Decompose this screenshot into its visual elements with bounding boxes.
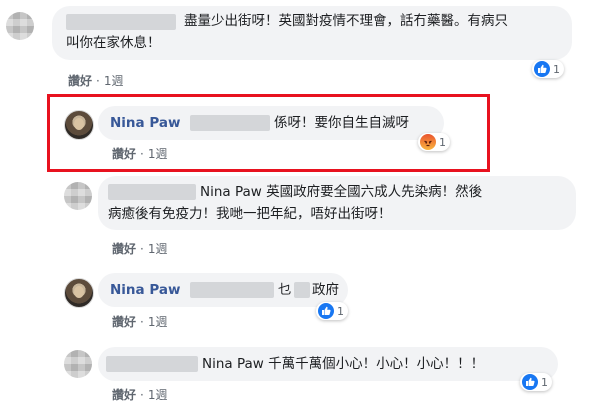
comment-text: 叫你在家休息！ bbox=[66, 35, 161, 51]
comment-text: Nina Paw 英國政府要全國六成人先染病！然後 bbox=[200, 184, 483, 200]
redacted-name bbox=[190, 282, 274, 298]
comment-bubble: Nina Paw 千萬千萬個小心！小心！小心！！！ bbox=[98, 347, 558, 381]
comment-text: Nina Paw 千萬千萬個小心！小心！小心！！！ bbox=[202, 356, 485, 372]
avatar[interactable] bbox=[64, 110, 94, 140]
timestamp[interactable]: 1週 bbox=[148, 242, 168, 256]
like-icon bbox=[318, 303, 334, 319]
comment-text: 係呀！要你自生自滅呀 bbox=[274, 115, 409, 131]
avatar[interactable] bbox=[64, 278, 94, 308]
redacted-text bbox=[294, 282, 310, 298]
timestamp[interactable]: 1週 bbox=[104, 74, 124, 88]
avatar[interactable] bbox=[6, 12, 34, 40]
avatar[interactable] bbox=[64, 350, 92, 378]
like-icon bbox=[522, 374, 538, 390]
avatar[interactable] bbox=[64, 182, 92, 210]
comment-actions: 讚好 · 1週 bbox=[112, 315, 168, 329]
timestamp[interactable]: 1週 bbox=[148, 315, 168, 329]
comment-bubble: Nina Paw 係呀！要你自生自滅呀 bbox=[98, 106, 444, 140]
comment-actions: 讚好 · 1週 bbox=[112, 388, 168, 402]
like-link[interactable]: 讚好 bbox=[68, 74, 92, 88]
timestamp[interactable]: 1週 bbox=[148, 147, 168, 161]
comment-text: 政府 bbox=[312, 282, 339, 298]
like-link[interactable]: 讚好 bbox=[112, 147, 136, 161]
commenter-name[interactable]: Nina Paw bbox=[110, 281, 180, 299]
reaction-count[interactable]: 1 bbox=[418, 133, 450, 151]
redacted-name bbox=[190, 115, 270, 131]
comment-text: 病癒後有免疫力！我哋一把年紀，唔好出街呀！ bbox=[108, 206, 392, 222]
commenter-name[interactable]: Nina Paw bbox=[110, 114, 180, 132]
comment-actions: 讚好 · 1週 bbox=[112, 147, 168, 161]
comment-bubble: 盡量少出街呀！英國對疫情不理會，話冇藥醫。有病只 叫你在家休息！ bbox=[52, 6, 572, 60]
comment-actions: 讚好 · 1週 bbox=[112, 242, 168, 256]
reaction-count[interactable]: 1 bbox=[532, 60, 564, 78]
like-link[interactable]: 讚好 bbox=[112, 315, 136, 329]
like-link[interactable]: 讚好 bbox=[112, 242, 136, 256]
timestamp[interactable]: 1週 bbox=[148, 388, 168, 402]
redacted-name bbox=[66, 14, 176, 30]
like-link[interactable]: 讚好 bbox=[112, 388, 136, 402]
like-icon bbox=[534, 61, 550, 77]
angry-icon bbox=[420, 134, 436, 150]
redacted-name bbox=[108, 184, 196, 200]
comment-bubble: Nina Paw 乜 政府 bbox=[98, 273, 348, 307]
comment-text: 盡量少出街呀！英國對疫情不理會，話冇藥醫。有病只 bbox=[184, 13, 508, 29]
reaction-count[interactable]: 1 bbox=[316, 302, 348, 320]
comment-bubble: Nina Paw 英國政府要全國六成人先染病！然後 病癒後有免疫力！我哋一把年紀… bbox=[98, 176, 576, 230]
comment-text: 乜 bbox=[278, 282, 292, 298]
comment-actions: 讚好 · 1週 bbox=[68, 74, 124, 88]
reaction-count[interactable]: 1 bbox=[520, 373, 552, 391]
redacted-name bbox=[106, 356, 198, 372]
